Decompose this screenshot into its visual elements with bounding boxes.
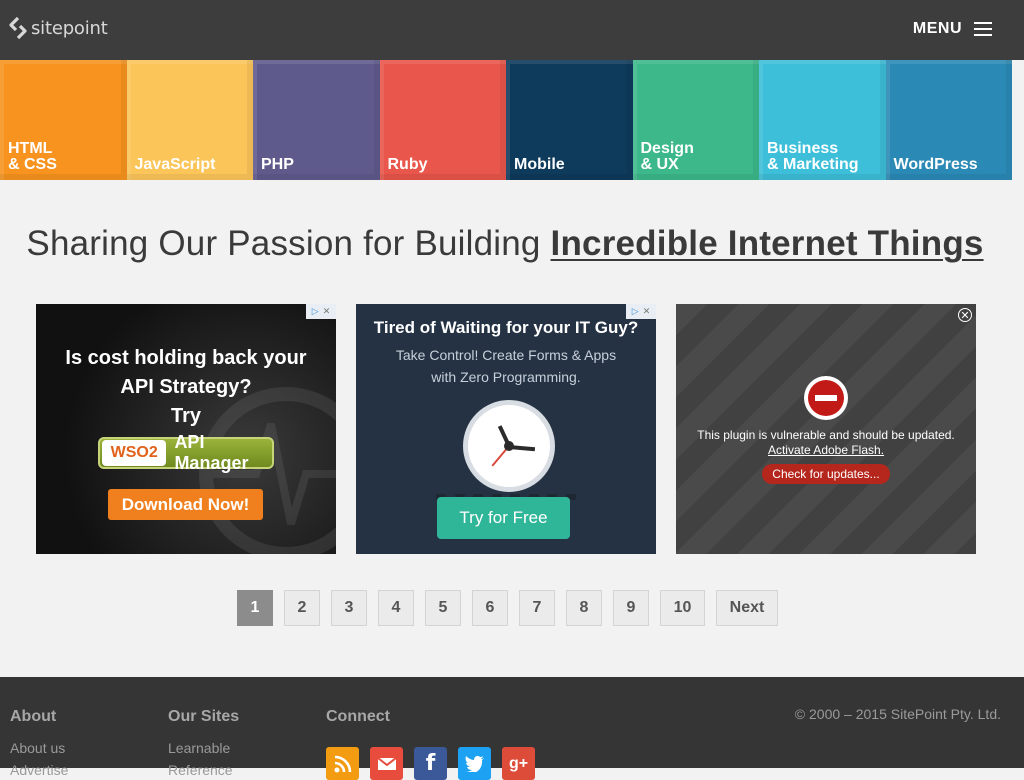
category-label: Ruby [387,156,428,173]
ad-subtitle: Take Control! Create Forms & Apps with Z… [356,344,656,388]
ad-banner-forms[interactable]: ▷ ✕ Tired of Waiting for your IT Guy? Tak… [356,304,656,554]
ad-subtitle-line: Take Control! Create Forms & Apps [395,347,617,363]
close-icon[interactable]: ✕ [958,308,972,322]
social-links: f g+ [326,747,535,780]
download-now-button[interactable]: Download Now! [108,489,263,520]
page-6-button[interactable]: 6 [472,590,508,626]
pagination: 1 2 3 4 5 6 7 8 9 10 Next [237,590,778,626]
advertise-link[interactable]: Advertise [10,762,68,778]
category-label: HTML & CSS [8,140,57,173]
logo-text: sitepoint [31,17,108,39]
page-8-button[interactable]: 8 [566,590,602,626]
try-for-free-button[interactable]: Try for Free [437,497,570,539]
page-9-button[interactable]: 9 [613,590,649,626]
adchoices-icon[interactable]: ▷ ✕ [626,304,656,319]
ad-line: API Strategy? [120,376,252,398]
wso2-api-manager-logo: WSO2 API Manager [98,432,274,473]
facebook-icon[interactable]: f [414,747,447,780]
activate-flash-link[interactable]: Activate Adobe Flash. [676,443,976,458]
page-3-button[interactable]: 3 [331,590,367,626]
page-10-button[interactable]: 10 [660,590,705,626]
category-label: WordPress [893,156,978,173]
page-7-button[interactable]: 7 [519,590,555,626]
site-footer: About About us Advertise Our Sites Learn… [0,677,1024,780]
product-name: API Manager [174,432,249,473]
blocked-plugin-icon [804,376,848,420]
about-us-link[interactable]: About us [10,740,65,756]
ad-line: Try [170,405,202,427]
sitepoint-logo-icon [9,17,27,39]
headline-text: Sharing Our Passion for Building [26,224,551,263]
category-tile-ruby[interactable]: Ruby [379,60,506,180]
footer-our-sites-title: Our Sites [168,708,240,725]
adchoices-icon[interactable]: ▷ ✕ [306,304,336,319]
plugin-warning-text: This plugin is vulnerable and should be … [697,428,955,442]
ad-title: Tired of Waiting for your IT Guy? [373,318,639,337]
page-1-button[interactable]: 1 [237,590,273,626]
wso2-logo: WSO2 [102,440,167,466]
category-label: PHP [261,156,294,173]
category-label: JavaScript [134,156,216,173]
category-tile-mobile[interactable]: Mobile [506,60,633,180]
ad-banner-wso2[interactable]: ▷ ✕ Is cost holding back your API Strateg… [36,304,336,554]
copyright-text: © 2000 – 2015 SitePoint Pty. Ltd. [794,706,1001,722]
page-2-button[interactable]: 2 [284,590,320,626]
google-plus-icon[interactable]: g+ [502,747,535,780]
footer-about-title: About [10,708,57,725]
twitter-icon[interactable] [458,747,491,780]
reference-link[interactable]: Reference [168,762,233,778]
check-for-updates-button[interactable]: Check for updates... [762,464,890,484]
page-5-button[interactable]: 5 [425,590,461,626]
category-tile-design-ux[interactable]: Design & UX [632,60,759,180]
hamburger-icon [974,22,992,36]
next-page-button[interactable]: Next [716,590,778,626]
menu-label: MENU [912,20,962,37]
category-label: Business & Marketing [767,140,859,173]
category-tile-javascript[interactable]: JavaScript [126,60,253,180]
category-label: Design & UX [640,140,694,173]
ad-subtitle-line: with Zero Programming. [431,369,581,385]
menu-button[interactable]: MENU [913,20,992,38]
category-tile-php[interactable]: PHP [253,60,380,180]
page-headline: Sharing Our Passion for Building Incredi… [0,224,1010,264]
clock-icon [463,400,555,492]
email-icon[interactable] [370,747,403,780]
plugin-warning: This plugin is vulnerable and should be … [676,428,976,458]
blocked-plugin-placeholder: ✕ This plugin is vulnerable and should b… [676,304,976,554]
sitepoint-logo[interactable]: sitepoint [9,16,108,40]
footer-connect-title: Connect [326,708,390,725]
page-4-button[interactable]: 4 [378,590,414,626]
learnable-link[interactable]: Learnable [168,740,230,756]
headline-emphasis-link[interactable]: Incredible Internet Things [551,224,984,263]
category-label: Mobile [514,156,565,173]
category-tile-html-css[interactable]: HTML & CSS [0,60,127,180]
top-navbar: sitepoint MENU [0,0,1024,60]
category-tile-business-marketing[interactable]: Business & Marketing [759,60,886,180]
ad-line: Is cost holding back your [65,347,307,369]
ad-copy: Is cost holding back your API Strategy? … [36,344,336,431]
rss-icon[interactable] [326,747,359,780]
category-tile-wordpress[interactable]: WordPress [885,60,1012,180]
category-tiles: HTML & CSS JavaScript PHP Ruby Mobile De… [0,60,1024,180]
